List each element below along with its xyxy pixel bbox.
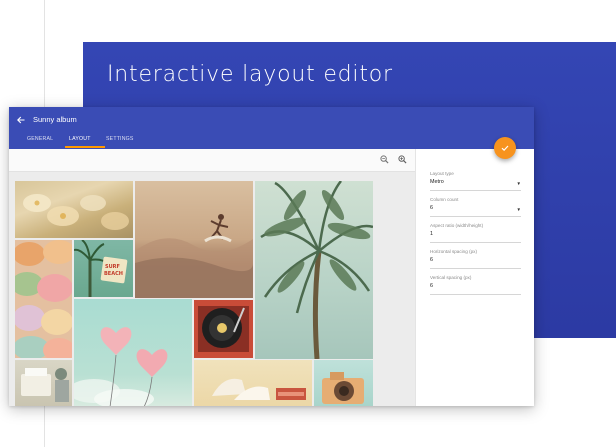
aspect-ratio-field[interactable]: Aspect ratio (width/height) 1 (430, 223, 521, 243)
aspect-ratio-value: 1 (430, 231, 433, 237)
shoes-photo[interactable] (194, 360, 312, 406)
check-icon (501, 145, 509, 152)
column-count-select[interactable]: Column count 6 ▼ (430, 197, 521, 217)
vertical-spacing-label: Vertical spacing (px) (430, 275, 472, 280)
layout-type-select[interactable]: Layout type Metro ▼ (430, 171, 521, 191)
field-underline (430, 294, 521, 295)
settings-panel: Layout type Metro ▼ Column count 6 ▼ Asp… (415, 149, 534, 406)
field-underline (430, 268, 521, 269)
horizontal-spacing-label: Horizontal spacing (px) (430, 249, 477, 254)
aspect-ratio-label: Aspect ratio (width/height) (430, 223, 484, 228)
flowers-photo[interactable] (15, 181, 133, 238)
confirm-fab-button[interactable] (494, 137, 516, 159)
layout-canvas: SURF BEACH (9, 149, 415, 406)
active-tab-indicator (65, 146, 105, 148)
record-player-photo[interactable] (194, 300, 253, 358)
zoom-in-icon[interactable] (398, 155, 407, 164)
field-underline (430, 216, 521, 217)
svg-text:SURF: SURF (105, 264, 120, 270)
tab-layout[interactable]: LAYOUT (69, 136, 91, 142)
heart-balloons-photo[interactable] (74, 299, 192, 406)
camera-photo[interactable] (314, 360, 373, 406)
layout-type-label: Layout type (430, 171, 454, 176)
surf-beach-sign-photo[interactable]: SURF BEACH (74, 240, 133, 297)
zoom-out-icon[interactable] (380, 155, 389, 164)
album-title: Sunny album (33, 115, 77, 124)
horizontal-spacing-value: 6 (430, 257, 433, 263)
app-bar: Sunny album GENERAL LAYOUT SETTINGS (9, 107, 534, 149)
typewriter-photo[interactable] (15, 360, 72, 406)
svg-text:BEACH: BEACH (104, 271, 123, 277)
column-count-value: 6 (430, 205, 433, 211)
hero-title: Interactive layout editor (107, 62, 393, 87)
tab-general[interactable]: GENERAL (27, 136, 53, 142)
dropdown-caret-icon: ▼ (516, 207, 521, 212)
app-window: Sunny album GENERAL LAYOUT SETTINGS SURF… (9, 107, 534, 406)
field-underline (430, 242, 521, 243)
dropdown-caret-icon: ▼ (516, 181, 521, 186)
palm-tree-photo[interactable] (255, 181, 373, 359)
back-arrow-icon[interactable] (16, 115, 26, 125)
surfer-photo[interactable] (135, 181, 253, 298)
horizontal-spacing-field[interactable]: Horizontal spacing (px) 6 (430, 249, 521, 269)
column-count-label: Column count (430, 197, 459, 202)
layout-type-value: Metro (430, 179, 444, 185)
field-underline (430, 190, 521, 191)
vertical-spacing-field[interactable]: Vertical spacing (px) 6 (430, 275, 521, 295)
vertical-spacing-value: 6 (430, 283, 433, 289)
macarons-photo[interactable] (15, 240, 72, 358)
photo-grid: SURF BEACH (15, 181, 373, 406)
tab-settings[interactable]: SETTINGS (106, 136, 134, 142)
canvas-toolbar (9, 149, 415, 172)
